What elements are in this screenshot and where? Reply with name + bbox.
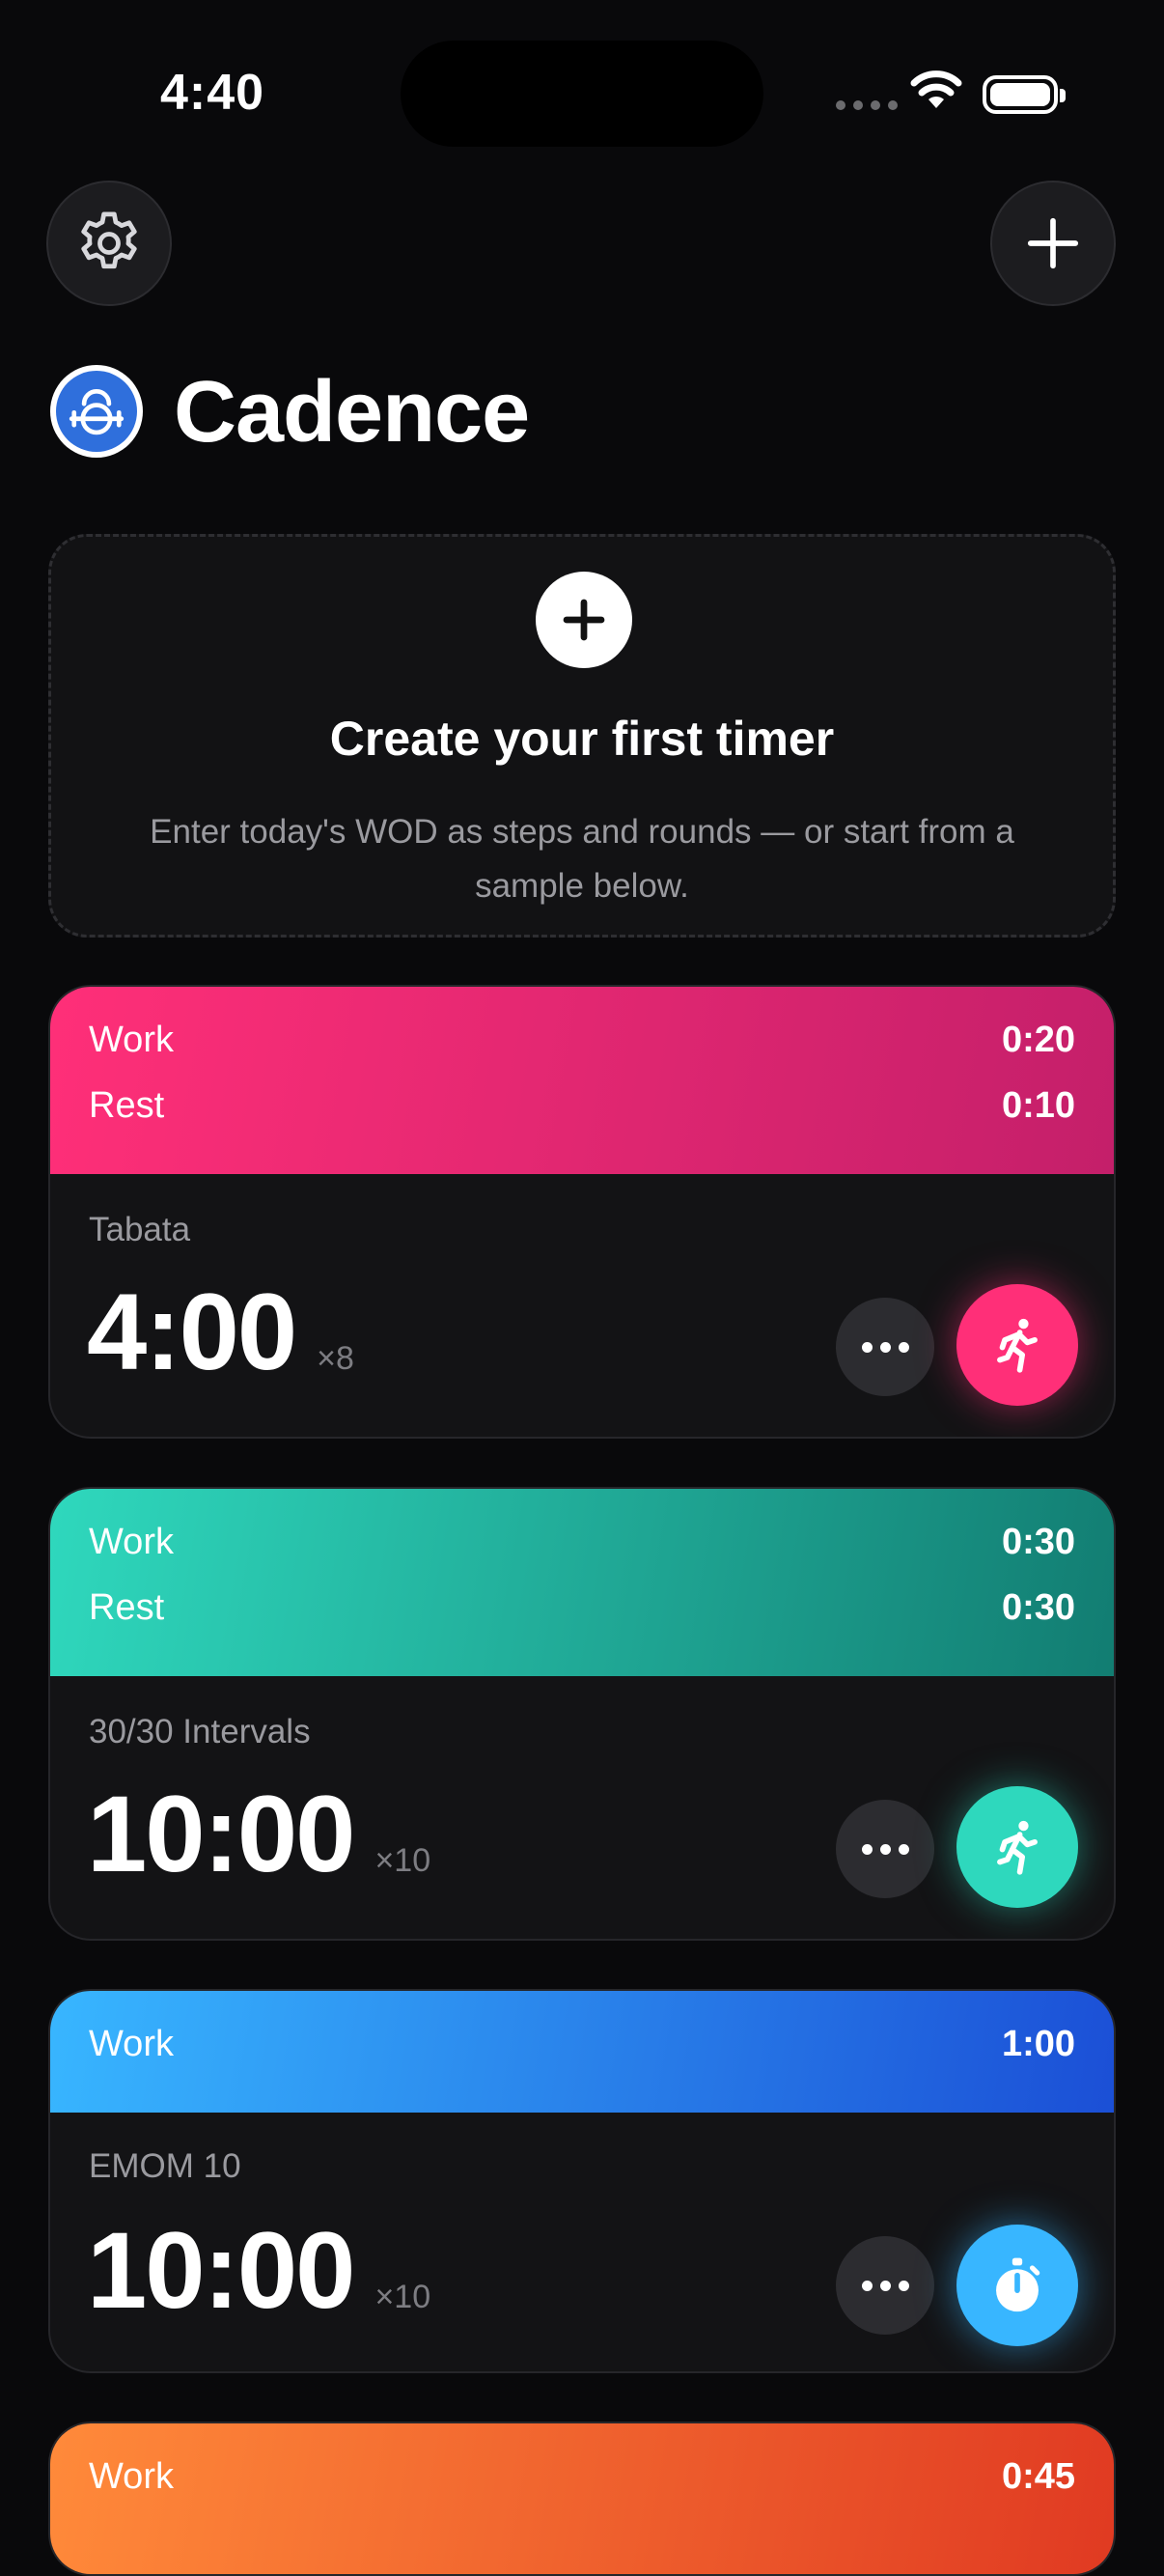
stopwatch-icon [996,2257,1040,2312]
app-logo [50,365,143,458]
plus-icon [563,599,605,641]
timer-card[interactable]: Work 0:30 Rest 0:30 30/30 Intervals 10:0… [48,1487,1116,1941]
step-row: Rest 0:30 [89,1587,1075,1653]
timer-card[interactable]: Work 0:20 Rest 0:10 Tabata 4:00 ×8 [48,985,1116,1439]
create-card-title: Create your first timer [329,712,835,766]
gear-icon [81,211,137,269]
ellipsis-icon [861,2280,909,2291]
step-duration: 0:30 [1001,1522,1075,1562]
add-timer-button[interactable] [990,181,1116,306]
cellular-signal-icon [836,100,898,110]
step-duration: 0:10 [1001,1085,1075,1126]
step-row: Work 0:45 [89,2456,1075,2522]
settings-button[interactable] [46,181,172,306]
step-duration: 1:00 [1001,2024,1075,2064]
timer-steps-header: Work 0:20 Rest 0:10 [50,987,1114,1174]
more-options-button[interactable] [836,1800,934,1898]
step-label: Work [89,2456,174,2497]
step-duration: 0:45 [1001,2456,1075,2497]
timer-name: Tabata [89,1211,191,1248]
step-row: Work 1:00 [89,2024,1075,2089]
create-plus-button[interactable] [536,572,632,668]
kettlebell-icon [69,389,125,435]
ellipsis-icon [861,1341,909,1353]
more-options-button[interactable] [836,2236,934,2335]
step-row: Work 0:20 [89,1020,1075,1085]
step-label: Work [89,1522,174,1562]
status-time: 4:40 [160,65,265,121]
timer-name: EMOM 10 [89,2147,241,2185]
timer-total-duration: 4:00 ×8 [87,1272,354,1392]
step-row: Work 0:30 [89,1522,1075,1587]
timer-steps-header: Work 0:30 Rest 0:30 [50,1489,1114,1676]
timer-steps-header: Work 0:45 [50,2423,1114,2574]
start-timer-button[interactable] [956,1786,1078,1908]
step-row: Rest 0:10 [89,1085,1075,1151]
plus-icon [1027,217,1079,269]
step-duration: 0:20 [1001,1020,1075,1060]
timer-rounds: ×8 [317,1340,354,1377]
more-options-button[interactable] [836,1298,934,1396]
start-timer-button[interactable] [956,2225,1078,2346]
timer-rounds: ×10 [374,2279,431,2315]
ellipsis-icon [861,1843,909,1855]
timer-name: 30/30 Intervals [89,1713,311,1750]
step-label: Rest [89,1587,165,1628]
create-first-timer-card[interactable]: Create your first timer Enter today's WO… [48,534,1116,938]
running-icon [997,1318,1038,1373]
timer-card[interactable]: Work 0:45 [48,2422,1116,2576]
create-card-description: Enter today's WOD as steps and rounds — … [150,813,1014,905]
step-label: Work [89,1020,174,1060]
timer-rounds: ×10 [374,1842,431,1879]
dynamic-island [401,41,763,147]
page-title: Cadence [174,364,530,461]
step-label: Rest [89,1085,165,1126]
running-icon [997,1820,1038,1875]
start-timer-button[interactable] [956,1284,1078,1406]
battery-icon [983,75,1066,114]
step-duration: 0:30 [1001,1587,1075,1628]
timer-card[interactable]: Work 1:00 EMOM 10 10:00 ×10 [48,1989,1116,2373]
timer-total-duration: 10:00 ×10 [87,1774,431,1894]
timer-steps-header: Work 1:00 [50,1991,1114,2113]
timer-total-duration: 10:00 ×10 [87,2210,431,2331]
step-label: Work [89,2024,174,2064]
wifi-icon [910,70,962,108]
